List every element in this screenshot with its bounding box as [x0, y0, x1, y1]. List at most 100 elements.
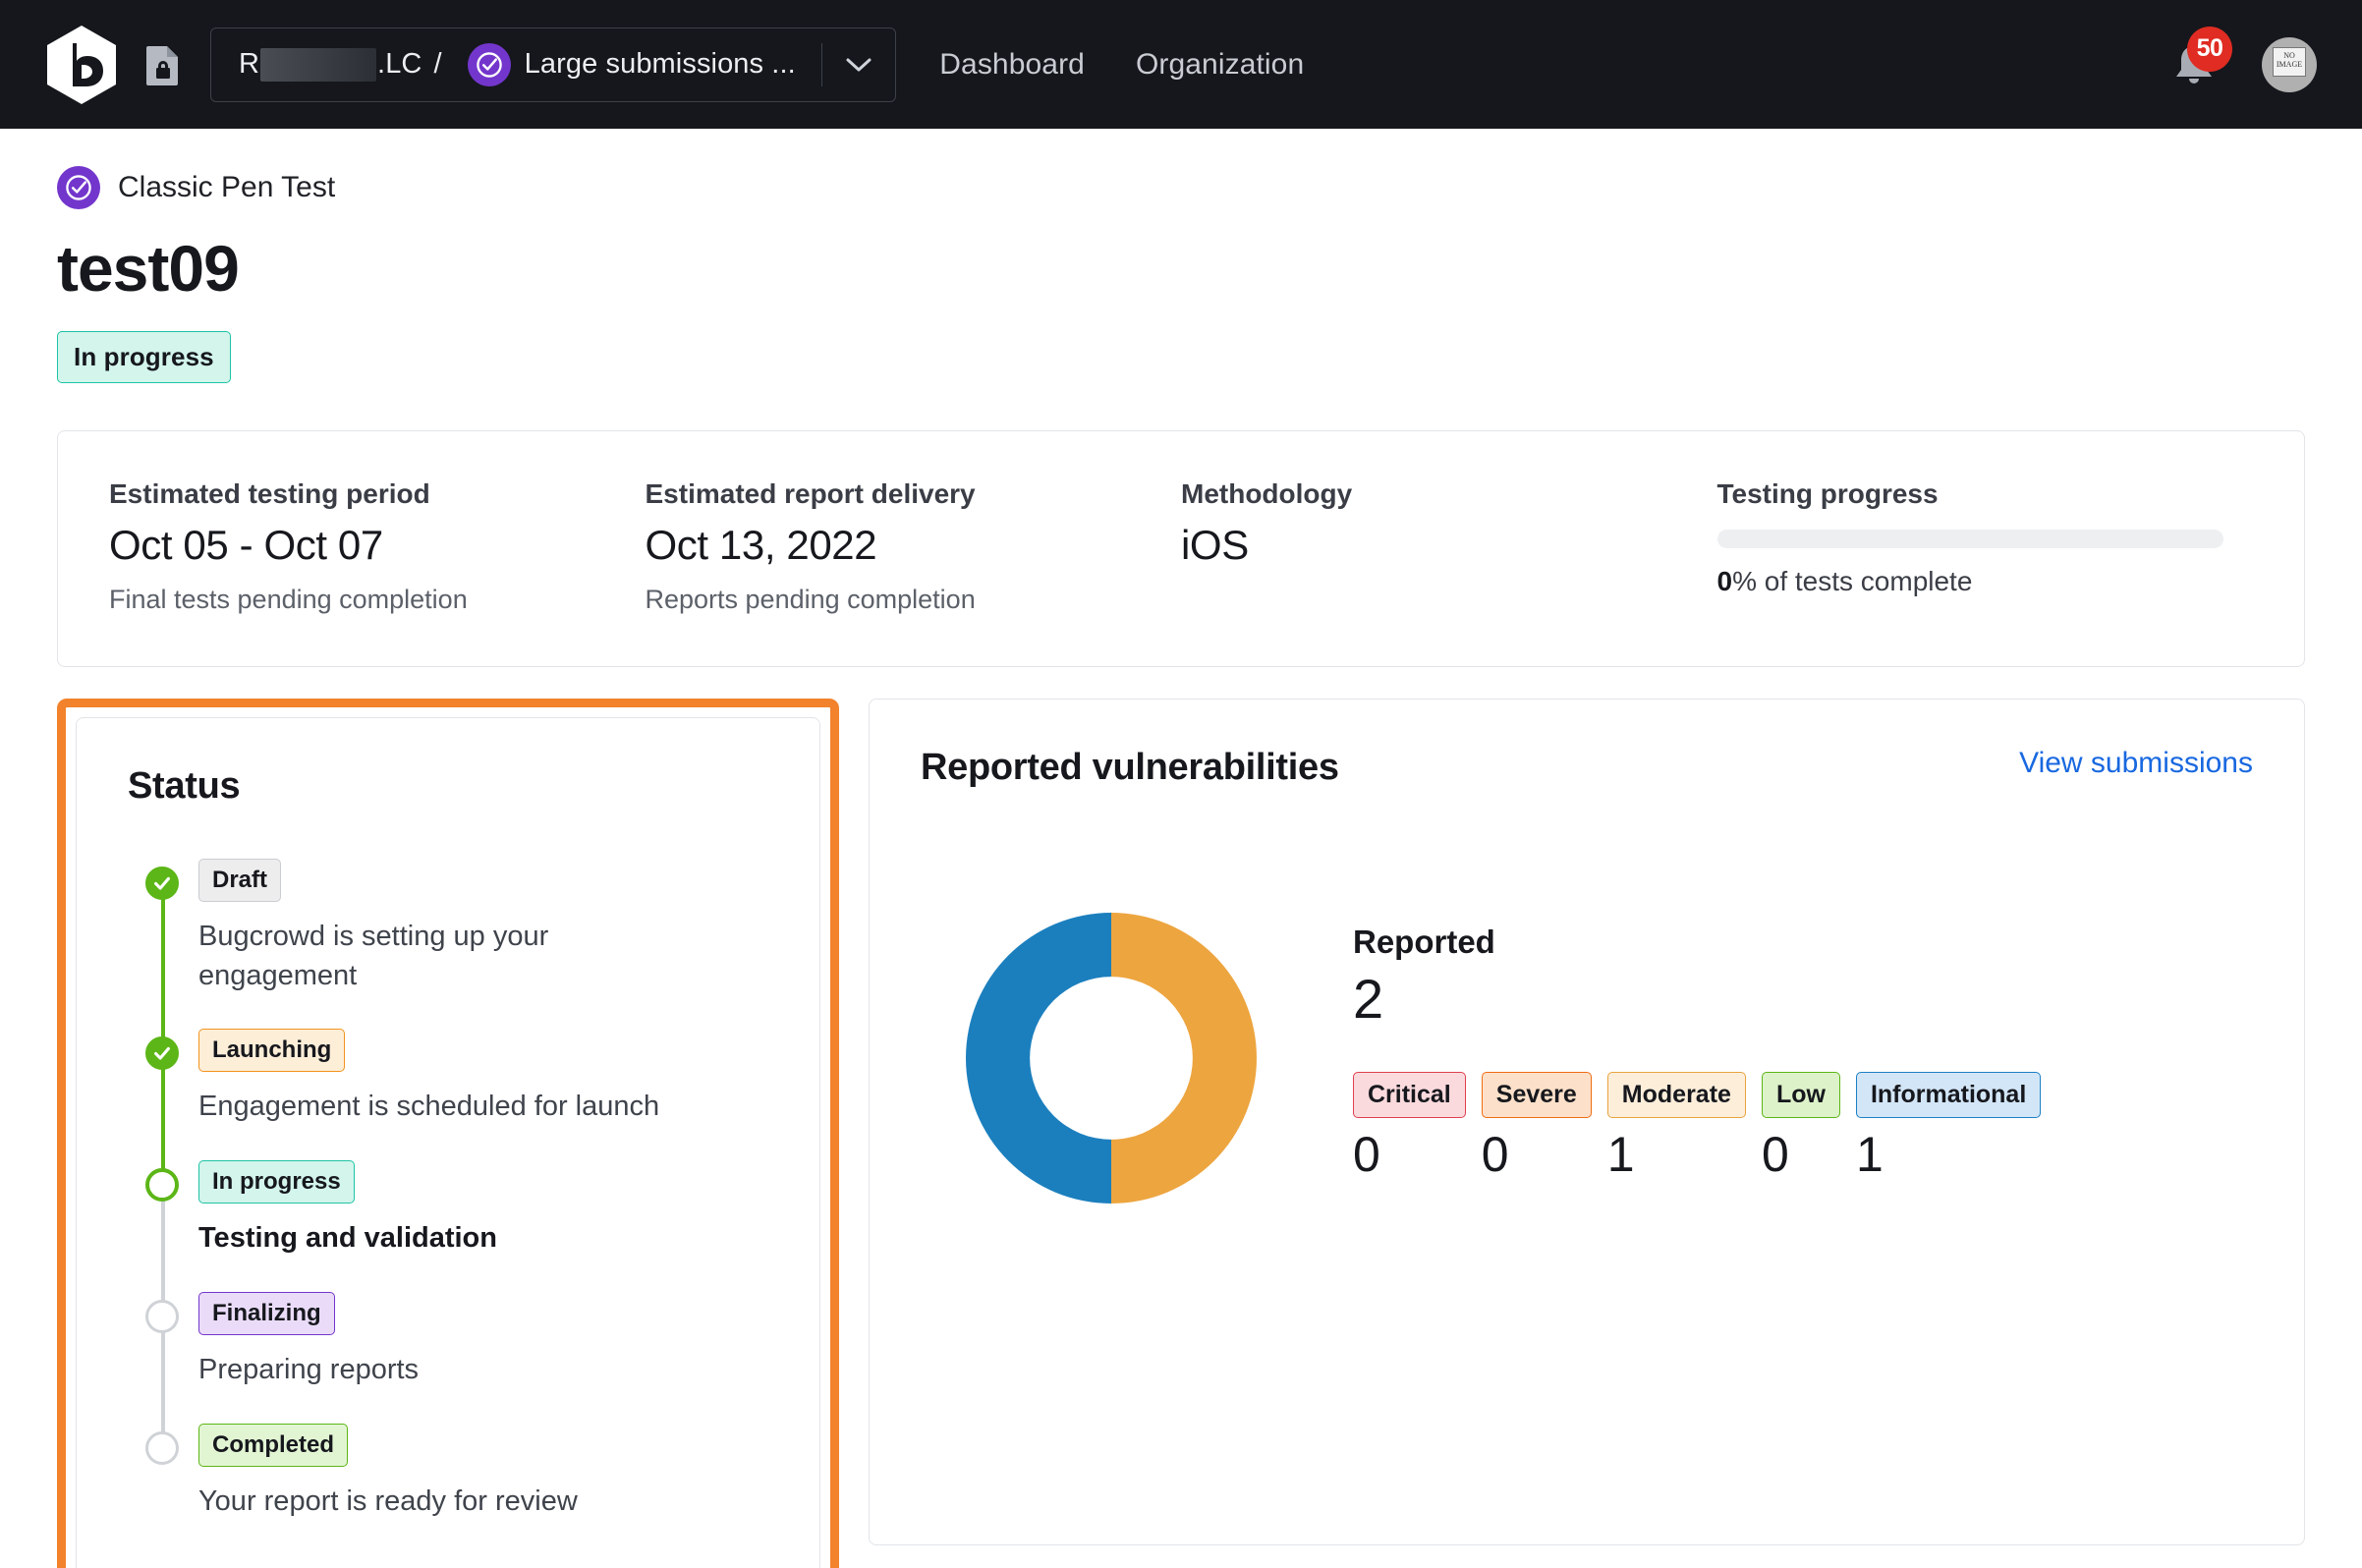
severity-badge: Critical — [1353, 1072, 1466, 1118]
timeline-step-body: In progress Testing and validation — [198, 1160, 768, 1292]
info-report-delivery: Estimated report delivery Oct 13, 2022 R… — [646, 478, 1182, 615]
info-value: Oct 13, 2022 — [645, 522, 877, 568]
severity-count: 1 — [1606, 1127, 1635, 1182]
breadcrumb: Classic Pen Test — [57, 166, 2305, 209]
timeline-rail — [128, 1292, 198, 1437]
check-circle-icon — [57, 166, 100, 209]
reported-vulnerabilities-panel: Reported vulnerabilities View submission… — [869, 699, 2305, 1545]
page-title: test09 — [57, 232, 240, 305]
reported-label: Reported — [1353, 924, 1495, 960]
status-badge: In progress — [57, 331, 231, 383]
timeline-step-body: Completed Your report is ready for review — [198, 1423, 768, 1555]
document-lock-icon[interactable] — [145, 44, 181, 85]
timeline-step-badge: Launching — [198, 1029, 346, 1073]
timeline-step-dot-done — [145, 867, 179, 900]
severity-badge: Informational — [1855, 1072, 2042, 1118]
severity-badge: Low — [1761, 1072, 1840, 1118]
timeline-step-badge: Finalizing — [198, 1291, 335, 1335]
org-engagement-switcher[interactable]: R .LC / Large submissions ... — [210, 27, 897, 102]
timeline-step-dot-todo — [145, 1430, 179, 1465]
bugcrowd-logo-icon[interactable] — [43, 24, 120, 106]
timeline-connector — [161, 1324, 165, 1437]
org-switcher-label: R .LC / Large submissions ... — [239, 42, 796, 86]
avatar-placeholder-line1: NO — [2283, 50, 2295, 60]
avatar-placeholder-line2: IMAGE — [2276, 59, 2303, 69]
timeline-step-badge: In progress — [198, 1160, 355, 1204]
info-testing-period: Estimated testing period Oct 05 - Oct 07… — [109, 478, 646, 615]
timeline-step-badge: Draft — [198, 859, 282, 902]
info-sub: Final tests pending completion — [109, 585, 468, 614]
timeline-connector — [161, 1194, 165, 1306]
notifications-button[interactable]: 50 — [2169, 26, 2232, 91]
info-value: Oct 05 - Oct 07 — [109, 522, 383, 568]
progress-bar — [1716, 530, 2223, 548]
org-name-prefix: R — [239, 48, 260, 80]
lower-panels-row: Status Draft Bugcrowd is setting up your … — [57, 699, 2305, 1568]
timeline-step-description: Bugcrowd is setting up your engagement — [198, 921, 549, 991]
vuln-panel-title: Reported vulnerabilities — [921, 747, 1339, 788]
avatar[interactable]: NO IMAGE — [2262, 36, 2317, 92]
progress-percent: 0 — [1716, 566, 1733, 596]
severity-badge: Severe — [1481, 1072, 1592, 1118]
engagement-name: Large submissions ... — [524, 48, 796, 80]
severity-count: 0 — [1761, 1127, 1789, 1182]
status-panel-title: Status — [128, 765, 241, 807]
timeline-step-description: Engagement is scheduled for launch — [198, 1091, 660, 1123]
timeline-step: Finalizing Preparing reports — [128, 1291, 768, 1437]
donut-slice-informational — [966, 913, 1111, 1204]
timeline-step-description: Testing and validation — [198, 1222, 497, 1255]
severity-count: 0 — [1481, 1127, 1509, 1182]
nav-link-dashboard[interactable]: Dashboard — [939, 48, 1085, 82]
severity-item: Critical 0 — [1353, 1072, 1466, 1183]
timeline-step-badge: Completed — [198, 1423, 349, 1467]
nav-link-organization[interactable]: Organization — [1136, 48, 1304, 82]
timeline-step-dot-todo — [145, 1299, 179, 1333]
timeline-step: Draft Bugcrowd is setting up your engagem… — [128, 859, 768, 1043]
severity-count: 1 — [1855, 1127, 1884, 1182]
check-circle-icon — [467, 42, 511, 86]
info-label: Estimated report delivery — [645, 478, 976, 509]
info-methodology: Methodology iOS — [1181, 478, 1717, 615]
vuln-panel-header: Reported vulnerabilities View submission… — [921, 747, 2253, 789]
info-label: Testing progress — [1716, 478, 1939, 509]
donut-slice-moderate — [1111, 913, 1257, 1204]
severity-item: Moderate 1 — [1606, 1072, 1746, 1183]
status-panel-highlight: Status Draft Bugcrowd is setting up your … — [57, 699, 839, 1568]
progress-suffix: % of tests complete — [1732, 566, 1973, 596]
reported-count: 2 — [1353, 968, 1383, 1030]
timeline-step-dot-done — [145, 1036, 179, 1071]
timeline-step: In progress Testing and validation — [128, 1160, 768, 1306]
timeline-step: Launching Engagement is scheduled for lau… — [128, 1029, 768, 1175]
view-submissions-link[interactable]: View submissions — [2019, 747, 2253, 780]
chevron-down-icon[interactable] — [822, 28, 895, 101]
timeline-rail — [128, 1160, 198, 1306]
redacted-org-name — [260, 47, 377, 82]
info-label: Methodology — [1181, 478, 1353, 509]
breadcrumb-label: Classic Pen Test — [118, 171, 336, 203]
severity-item: Informational 1 — [1855, 1072, 2042, 1183]
page-content: Classic Pen Test test09 In progress Esti… — [0, 166, 2362, 1568]
notification-count-badge: 50 — [2187, 26, 2232, 72]
info-sub: Reports pending completion — [645, 585, 976, 614]
info-label: Estimated testing period — [109, 478, 430, 509]
info-testing-progress: Testing progress 0% of tests complete — [1716, 478, 2254, 615]
timeline-rail — [128, 1029, 198, 1175]
vuln-stats: Reported 2 Critical 0 Severe 0 Moderate 1 Low 0… — [1353, 924, 2042, 1193]
engagement-summary-card: Estimated testing period Oct 05 - Oct 07… — [57, 430, 2305, 667]
severity-breakdown-row: Critical 0 Severe 0 Moderate 1 Low 0 Information… — [1353, 1072, 2042, 1183]
org-name-suffix: .LC — [377, 48, 422, 80]
top-navigation-bar: R .LC / Large submissions ... Dashboard O… — [0, 0, 2362, 129]
timeline-step-body: Draft Bugcrowd is setting up your engagem… — [198, 859, 768, 1029]
severity-donut-chart — [966, 913, 1257, 1204]
nav-right-actions: 50 NO IMAGE — [2169, 26, 2327, 92]
status-timeline: Draft Bugcrowd is setting up your engagem… — [128, 859, 768, 1554]
severity-badge: Moderate — [1606, 1072, 1746, 1118]
status-panel: Status Draft Bugcrowd is setting up your … — [76, 717, 820, 1568]
timeline-step-description: Preparing reports — [198, 1353, 420, 1385]
severity-item: Low 0 — [1761, 1072, 1840, 1183]
severity-item: Severe 0 — [1481, 1072, 1592, 1183]
timeline-step-description: Your report is ready for review — [198, 1484, 578, 1517]
progress-text: 0% of tests complete — [1717, 566, 2224, 597]
vuln-panel-body: Reported 2 Critical 0 Severe 0 Moderate 1 Low 0… — [921, 913, 2253, 1204]
timeline-rail — [128, 859, 198, 1043]
